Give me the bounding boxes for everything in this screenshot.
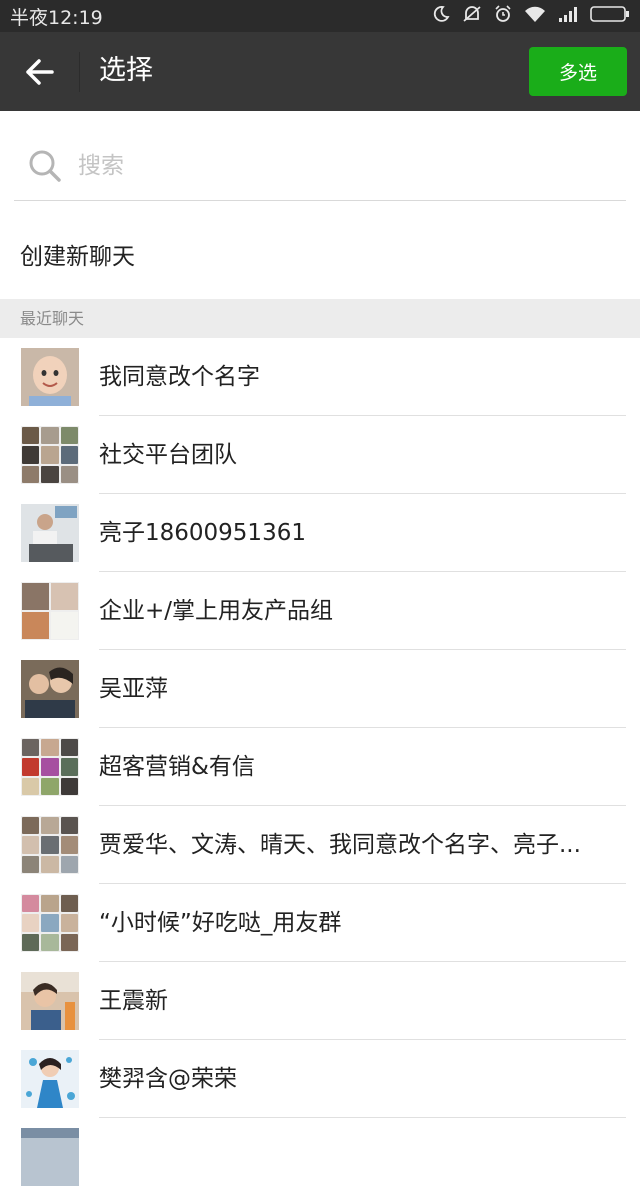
status-time: 半夜12:19 (10, 6, 103, 29)
group-avatar (21, 816, 79, 874)
avatar (21, 1128, 79, 1186)
group-avatar (21, 426, 79, 484)
recent-chat-list: 我同意改个名字 社交平台团队 亮子18600951361 企业+/掌上用友产品组… (0, 338, 640, 1196)
chat-name: 超客营销&有信 (99, 754, 255, 780)
chat-name: 吴亚萍 (99, 676, 168, 702)
chat-list-item[interactable] (0, 1118, 640, 1196)
arrow-left-icon (26, 59, 54, 85)
chat-list-item[interactable]: 樊羿含@荣荣 (0, 1040, 640, 1118)
wifi-icon (524, 5, 546, 27)
chat-list-item[interactable]: 贾爱华、文涛、晴天、我同意改个名字、亮子... (0, 806, 640, 884)
group-avatar (21, 738, 79, 796)
title-bar: 选择 多选 (0, 32, 640, 111)
title-divider (79, 52, 80, 92)
avatar (21, 348, 79, 406)
page-title: 选择 (99, 55, 153, 86)
status-icons (432, 5, 640, 27)
chat-list-item[interactable]: 亮子18600951361 (0, 494, 640, 572)
chat-list-item[interactable]: “小时候”好吃哒_用友群 (0, 884, 640, 962)
recent-chats-header: 最近聊天 (0, 299, 640, 338)
chat-name: 贾爱华、文涛、晴天、我同意改个名字、亮子... (99, 832, 581, 858)
chat-name: 社交平台团队 (99, 442, 237, 468)
back-button[interactable] (20, 54, 60, 90)
create-new-chat-label: 创建新聊天 (20, 244, 135, 270)
mute-icon (462, 5, 482, 27)
avatar (21, 504, 79, 562)
search-icon (29, 150, 61, 182)
search-input[interactable] (78, 149, 598, 183)
avatar (21, 660, 79, 718)
chat-list-item[interactable]: 吴亚萍 (0, 650, 640, 728)
chat-name: 樊羿含@荣荣 (99, 1066, 237, 1092)
chat-list-item[interactable]: 我同意改个名字 (0, 338, 640, 416)
chat-name: 企业+/掌上用友产品组 (99, 598, 334, 624)
avatar (21, 1050, 79, 1108)
chat-name: 我同意改个名字 (99, 364, 260, 390)
recent-chats-label: 最近聊天 (20, 309, 85, 328)
battery-icon (590, 5, 630, 27)
create-new-chat[interactable]: 创建新聊天 (0, 219, 640, 299)
avatar (21, 972, 79, 1030)
search-bar (14, 131, 626, 201)
group-avatar (21, 582, 79, 640)
multi-select-button[interactable]: 多选 (529, 47, 627, 96)
status-bar: 半夜12:19 (0, 0, 640, 32)
signal-icon (558, 6, 578, 26)
chat-name: “小时候”好吃哒_用友群 (99, 910, 342, 936)
chat-list-item[interactable]: 企业+/掌上用友产品组 (0, 572, 640, 650)
alarm-icon (494, 5, 512, 27)
chat-list-item[interactable]: 超客营销&有信 (0, 728, 640, 806)
moon-icon (432, 5, 450, 27)
chat-name: 亮子18600951361 (99, 520, 306, 546)
chat-name: 王震新 (99, 988, 168, 1014)
chat-list-item[interactable]: 社交平台团队 (0, 416, 640, 494)
group-avatar (21, 894, 79, 952)
chat-list-item[interactable]: 王震新 (0, 962, 640, 1040)
